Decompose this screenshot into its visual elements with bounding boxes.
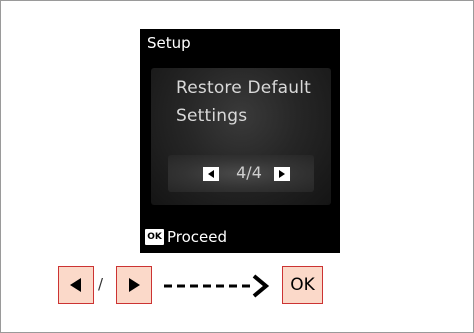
ok-button[interactable]: OK [282,266,323,304]
lcd-screen: Setup Restore Default Settings 4/4 OK Pr… [140,29,340,253]
left-arrow-button[interactable] [58,266,94,304]
proceed-label: Proceed [167,228,228,246]
menu-line-2: Settings [176,106,248,126]
page-right-icon[interactable] [274,167,290,181]
dashed-arrow-icon [164,274,270,298]
screen-footer: OK Proceed [145,226,227,248]
page-selector[interactable]: 4/4 [168,155,314,192]
separator-slash: / [98,275,104,293]
instruction-frame: Setup Restore Default Settings 4/4 OK Pr… [0,0,474,333]
menu-panel: Restore Default Settings 4/4 [151,68,331,205]
left-arrow-icon [70,278,81,292]
screen-title: Setup [147,34,191,52]
ok-key-icon: OK [145,229,164,245]
page-left-icon[interactable] [203,167,219,181]
right-arrow-button[interactable] [116,266,152,304]
menu-line-1: Restore Default [176,78,312,98]
page-indicator: 4/4 [236,163,262,182]
right-arrow-icon [129,278,140,292]
